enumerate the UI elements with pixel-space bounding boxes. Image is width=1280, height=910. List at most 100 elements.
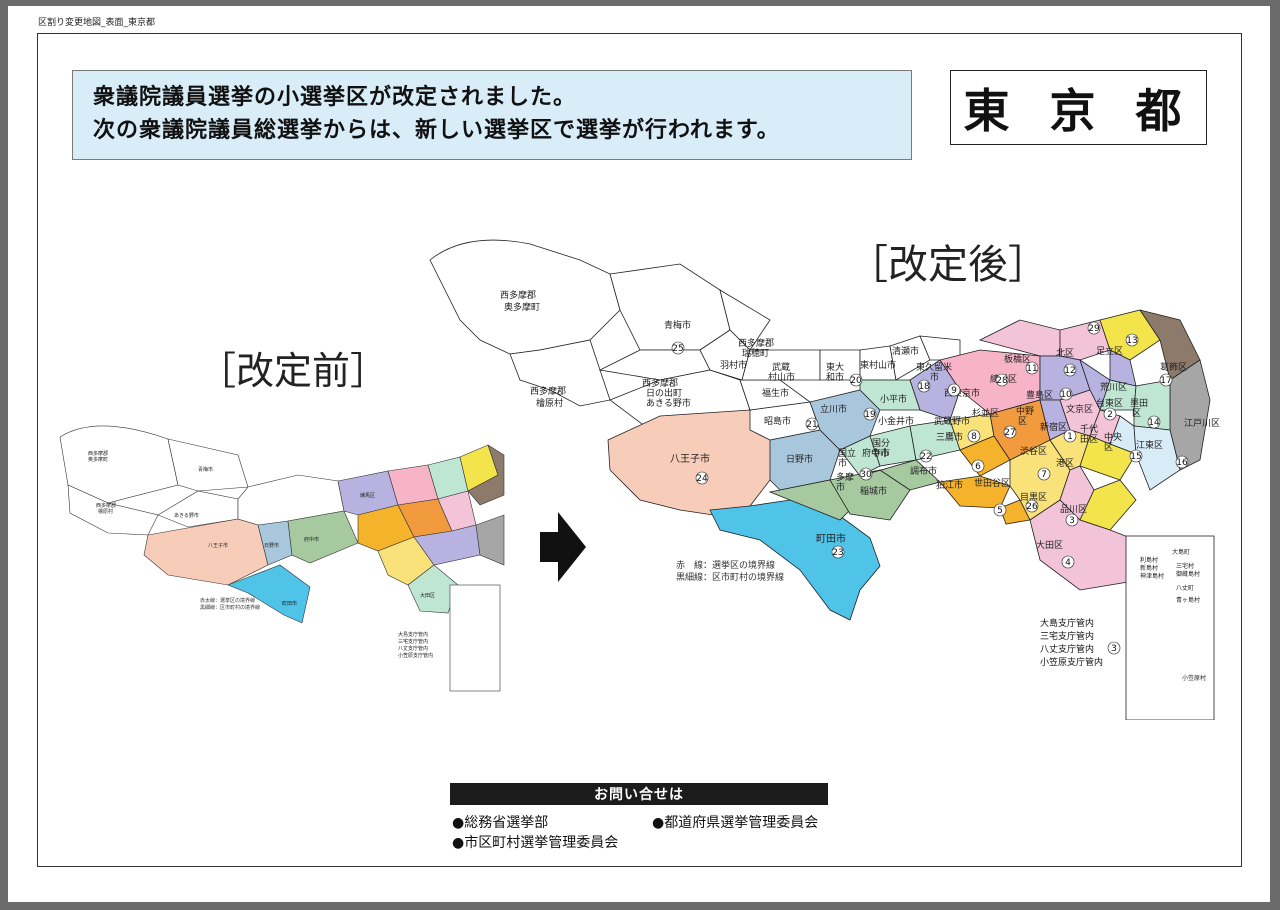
contact-item-municipal: ●市区町村選挙管理委員会	[452, 835, 619, 851]
svg-text:三鷹市: 三鷹市	[936, 431, 963, 443]
svg-text:新島村: 新島村	[1140, 564, 1158, 572]
svg-text:奥多摩町: 奥多摩町	[88, 456, 108, 463]
svg-text:和市: 和市	[826, 371, 844, 383]
svg-text:20: 20	[850, 376, 862, 386]
svg-text:台東区: 台東区	[1096, 397, 1123, 409]
svg-text:13: 13	[1126, 336, 1137, 346]
svg-text:世田谷区: 世田谷区	[974, 477, 1010, 489]
after-branch-2: 三宅支庁管内	[1040, 632, 1095, 642]
svg-text:日野市: 日野市	[786, 453, 813, 465]
svg-text:区: 区	[1104, 442, 1113, 453]
svg-text:東大: 東大	[826, 361, 844, 373]
svg-text:田区: 田区	[1080, 434, 1098, 445]
svg-text:3: 3	[1111, 644, 1117, 654]
svg-text:市: 市	[836, 481, 845, 493]
svg-text:6: 6	[975, 462, 981, 472]
svg-text:市: 市	[838, 457, 847, 469]
svg-text:西多摩郡: 西多摩郡	[96, 502, 116, 509]
svg-text:杉並区: 杉並区	[972, 407, 999, 419]
svg-text:多摩: 多摩	[836, 471, 854, 483]
svg-text:中央: 中央	[1104, 431, 1122, 443]
svg-text:19: 19	[864, 410, 876, 420]
svg-text:青梅市: 青梅市	[664, 319, 691, 331]
svg-text:御蔵島村: 御蔵島村	[1176, 570, 1200, 578]
svg-text:10: 10	[1060, 390, 1072, 400]
svg-text:中野: 中野	[1016, 405, 1034, 417]
svg-text:日野市: 日野市	[264, 542, 279, 549]
svg-text:町田市: 町田市	[816, 532, 846, 545]
contact-item-mic: ●総務省選挙部	[452, 815, 549, 831]
svg-text:八王子市: 八王子市	[670, 452, 710, 465]
contact-header: お問い合せは	[450, 783, 828, 805]
svg-text:足立区: 足立区	[1096, 345, 1123, 357]
svg-text:あきる野市: あきる野市	[174, 512, 199, 519]
svg-text:青ヶ島村: 青ヶ島村	[1176, 596, 1200, 604]
svg-text:7: 7	[1041, 470, 1047, 480]
svg-text:神津島村: 神津島村	[1140, 572, 1164, 580]
svg-text:30: 30	[860, 470, 872, 480]
svg-text:18: 18	[918, 382, 930, 392]
svg-text:9: 9	[951, 386, 957, 396]
svg-text:区: 区	[1018, 416, 1027, 427]
svg-text:24: 24	[696, 474, 708, 484]
svg-text:大田区: 大田区	[1036, 539, 1063, 551]
svg-text:武蔵野市: 武蔵野市	[934, 415, 970, 427]
svg-text:昭島市: 昭島市	[764, 415, 791, 427]
svg-text:11: 11	[1026, 364, 1037, 374]
svg-text:市: 市	[930, 371, 939, 383]
svg-text:渋谷区: 渋谷区	[1020, 445, 1047, 457]
before-legend-line-2: 黒細線：区市町村の境界線	[200, 605, 261, 611]
svg-text:区: 区	[1132, 408, 1141, 419]
svg-text:狛江市: 狛江市	[936, 479, 963, 491]
svg-text:清瀬市: 清瀬市	[892, 345, 919, 357]
svg-text:利島村: 利島村	[1140, 556, 1158, 564]
after-region-ome	[609, 263, 731, 351]
before-title: ［改定前］	[198, 349, 389, 393]
svg-text:千代: 千代	[1080, 424, 1098, 435]
notice-box: 衆議院議員選挙の小選挙区が改定されました。 次の衆議院議員総選挙からは、新しい選…	[72, 70, 912, 160]
notice-line-1: 衆議院議員選挙の小選挙区が改定されました。	[93, 85, 577, 110]
svg-text:日の出町: 日の出町	[646, 387, 682, 399]
svg-text:大島町: 大島町	[1172, 548, 1190, 556]
svg-text:17: 17	[1160, 376, 1171, 386]
notice-line-2: 次の衆議院議員総選挙からは、新しい選挙区で選挙が行われます。	[93, 118, 780, 143]
after-region-itabashi	[978, 319, 1061, 357]
svg-text:3: 3	[1069, 516, 1075, 526]
svg-text:府中市: 府中市	[862, 447, 889, 459]
svg-text:15: 15	[1130, 452, 1141, 462]
svg-text:檜原村: 檜原村	[536, 397, 563, 409]
svg-text:16: 16	[1176, 458, 1188, 468]
before-legend-line-1: 赤太線：選挙区の境界線	[200, 598, 256, 604]
svg-text:新宿区: 新宿区	[1040, 421, 1067, 433]
svg-text:28: 28	[996, 376, 1008, 386]
after-branch-4: 小笠原支庁管内	[1040, 658, 1104, 668]
contact-item-prefecture: ●都道府県選挙管理委員会	[652, 815, 819, 831]
svg-text:14: 14	[1148, 418, 1160, 428]
after-branch-1: 大島支庁管内	[1040, 619, 1095, 629]
svg-text:国分: 国分	[872, 438, 890, 449]
svg-text:西多摩郡: 西多摩郡	[88, 450, 108, 457]
svg-text:23: 23	[832, 548, 843, 558]
svg-text:小金井市: 小金井市	[878, 415, 914, 427]
svg-text:羽村市: 羽村市	[720, 359, 747, 371]
svg-text:東久留米: 東久留米	[916, 361, 952, 373]
svg-text:府中市: 府中市	[304, 536, 319, 543]
svg-text:29: 29	[1088, 324, 1100, 334]
svg-text:国立: 国立	[838, 447, 856, 459]
svg-text:小笠原村: 小笠原村	[1182, 674, 1206, 682]
before-region-hachioji	[143, 518, 269, 586]
svg-text:八丈町: 八丈町	[1176, 584, 1194, 592]
svg-text:小平市: 小平市	[880, 393, 907, 405]
after-branch-3: 八丈支庁管内	[1040, 645, 1095, 655]
file-label: 区割り変更地図_表面_東京都	[38, 18, 156, 28]
svg-text:村山市: 村山市	[768, 371, 795, 383]
svg-text:稲城市: 稲城市	[860, 485, 887, 497]
svg-text:練馬区: 練馬区	[360, 492, 375, 499]
after-branch-offices: 大島支庁管内 三宅支庁管内 八丈支庁管内 小笠原支庁管内	[1040, 618, 1103, 670]
after-legend-line-2: 黒細線：区市町村の境界線	[676, 573, 785, 583]
prefecture-title: 東 京 都	[950, 70, 1207, 145]
svg-text:江東区: 江東区	[1136, 439, 1163, 451]
svg-text:5: 5	[997, 506, 1003, 516]
svg-text:立川市: 立川市	[820, 403, 847, 415]
svg-text:港区: 港区	[1056, 457, 1074, 469]
